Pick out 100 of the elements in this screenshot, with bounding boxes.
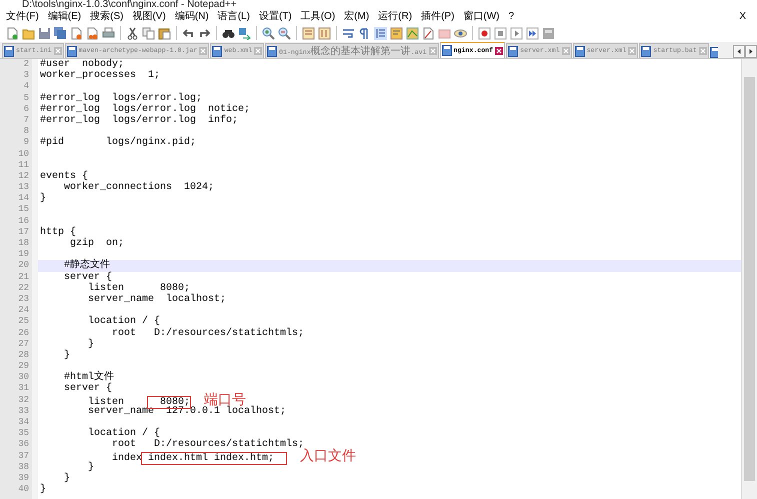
menu-item[interactable]: 运行(R) — [378, 10, 412, 24]
code-text: #静态文件 — [63, 260, 110, 272]
file-icon — [641, 46, 652, 56]
line-number: 19 — [17, 249, 30, 260]
new-file-icon[interactable] — [6, 26, 19, 40]
menu-item[interactable]: ? — [508, 10, 514, 24]
stop-icon[interactable] — [494, 26, 507, 40]
eye-icon[interactable] — [454, 26, 467, 40]
print-icon[interactable] — [102, 26, 115, 40]
line-number: 40 — [17, 484, 30, 496]
scroll-left-button[interactable] — [733, 45, 745, 58]
window-title: D:\tools\nginx-1.0.3\conf\nginx.conf - Notepad++ — [21, 0, 238, 10]
line-number: 24 — [17, 305, 30, 316]
file-icon[interactable] — [710, 47, 718, 58]
line-number: 36 — [17, 439, 30, 451]
scroll-right-button[interactable] — [745, 45, 757, 58]
file-icon — [212, 46, 222, 56]
line-number: 32 — [17, 394, 30, 406]
code-line: #pid logs/nginx.pid; — [40, 137, 196, 148]
line-number: 7 — [22, 114, 30, 126]
code-line: server_name 127.0.0.1 localhost; — [87, 406, 286, 417]
code-line: http { — [40, 226, 76, 238]
line-number: 29 — [17, 361, 30, 372]
line-number: 23 — [17, 294, 30, 306]
line-number: 17 — [17, 226, 30, 238]
line-number: 5 — [22, 92, 30, 104]
code-line: events { — [40, 170, 88, 182]
file-icon — [66, 46, 77, 56]
line-number: 11 — [17, 160, 30, 171]
file-icon — [4, 46, 14, 56]
fast-forward-icon[interactable] — [526, 26, 539, 40]
file-icon — [267, 46, 278, 56]
line-number: 35 — [17, 428, 30, 440]
line-number: 22 — [17, 282, 30, 294]
line-number: 2 — [22, 59, 30, 70]
play-icon[interactable] — [510, 26, 523, 40]
code-line: #error_log logs/error.log; — [40, 92, 202, 104]
line-number: 39 — [17, 472, 30, 484]
menu-item[interactable]: 窗口(W) — [463, 10, 500, 24]
vertical-scrollbar[interactable] — [741, 59, 757, 499]
line-number: 16 — [17, 216, 30, 227]
zoom-in-icon[interactable] — [262, 26, 275, 40]
code-line: location / { — [87, 316, 160, 328]
code-text: index — [111, 452, 142, 464]
code-line: root D:/resources/statichtmls; — [111, 328, 304, 338]
menu-item[interactable]: 编码(N) — [174, 10, 209, 24]
line-number: 26 — [17, 328, 30, 339]
menu-item[interactable]: 设置(T) — [258, 10, 292, 24]
menu-item[interactable]: 编辑(E) — [48, 10, 82, 24]
menu-item[interactable]: 搜索(S) — [90, 10, 124, 24]
menu-item[interactable]: 工具(O) — [300, 10, 336, 24]
line-number: 12 — [17, 170, 30, 182]
line-number: 25 — [17, 316, 30, 328]
menu-item[interactable]: 文件(F) — [6, 10, 39, 24]
line-number: 18 — [17, 238, 30, 250]
line-number: 21 — [17, 272, 30, 283]
redo-icon[interactable] — [198, 26, 211, 40]
word-wrap-icon[interactable] — [342, 26, 355, 40]
close-button[interactable]: X — [739, 10, 746, 24]
line-number: 15 — [17, 204, 30, 216]
document-icon[interactable] — [422, 26, 435, 40]
code-line: location / { — [87, 428, 160, 440]
line-number: 10 — [17, 148, 30, 160]
code-line: server { — [63, 272, 112, 283]
line-number: 30 — [17, 372, 30, 384]
paste-icon[interactable] — [158, 26, 171, 40]
code-line: } — [63, 350, 70, 361]
close-tab-icon[interactable] — [495, 46, 504, 54]
line-number: 13 — [17, 182, 30, 194]
menu-item[interactable]: 语言(L) — [218, 10, 250, 24]
code-line: #error_log logs/error.log notice; — [40, 104, 250, 115]
code-line: server_name localhost; — [87, 294, 226, 305]
line-number: 27 — [17, 338, 30, 350]
zoom-out-icon[interactable] — [278, 26, 291, 40]
record-icon[interactable] — [478, 26, 491, 40]
close-all-icon[interactable] — [86, 26, 99, 40]
code-line: } — [87, 462, 94, 473]
menu-item[interactable]: 宏(M) — [344, 10, 370, 24]
cut-icon[interactable] — [126, 26, 139, 40]
code-line: } — [40, 484, 46, 496]
line-number: 14 — [17, 193, 30, 204]
menu-item[interactable]: 插件(P) — [421, 10, 454, 24]
line-number: 20 — [17, 260, 30, 272]
highlight-box: index.html index.htm; — [142, 452, 286, 464]
line-number: 28 — [17, 350, 30, 362]
save-icon[interactable] — [38, 26, 51, 40]
line-number: 8 — [22, 126, 30, 138]
code-line: } — [87, 338, 94, 350]
menu-item[interactable]: 视图(V) — [132, 10, 166, 24]
file-icon — [508, 46, 518, 56]
line-number: 34 — [17, 417, 30, 428]
line-number: 6 — [22, 104, 30, 115]
code-line: #html文件 — [63, 372, 114, 384]
code-line: } — [40, 193, 46, 204]
undo-icon[interactable] — [182, 26, 195, 40]
close-file-icon[interactable] — [70, 26, 83, 40]
code-line: } — [63, 472, 70, 484]
code-line: worker_connections 1024; — [63, 182, 214, 194]
copy-icon[interactable] — [142, 26, 155, 40]
code-line: #error_log logs/error.log info; — [40, 114, 238, 126]
